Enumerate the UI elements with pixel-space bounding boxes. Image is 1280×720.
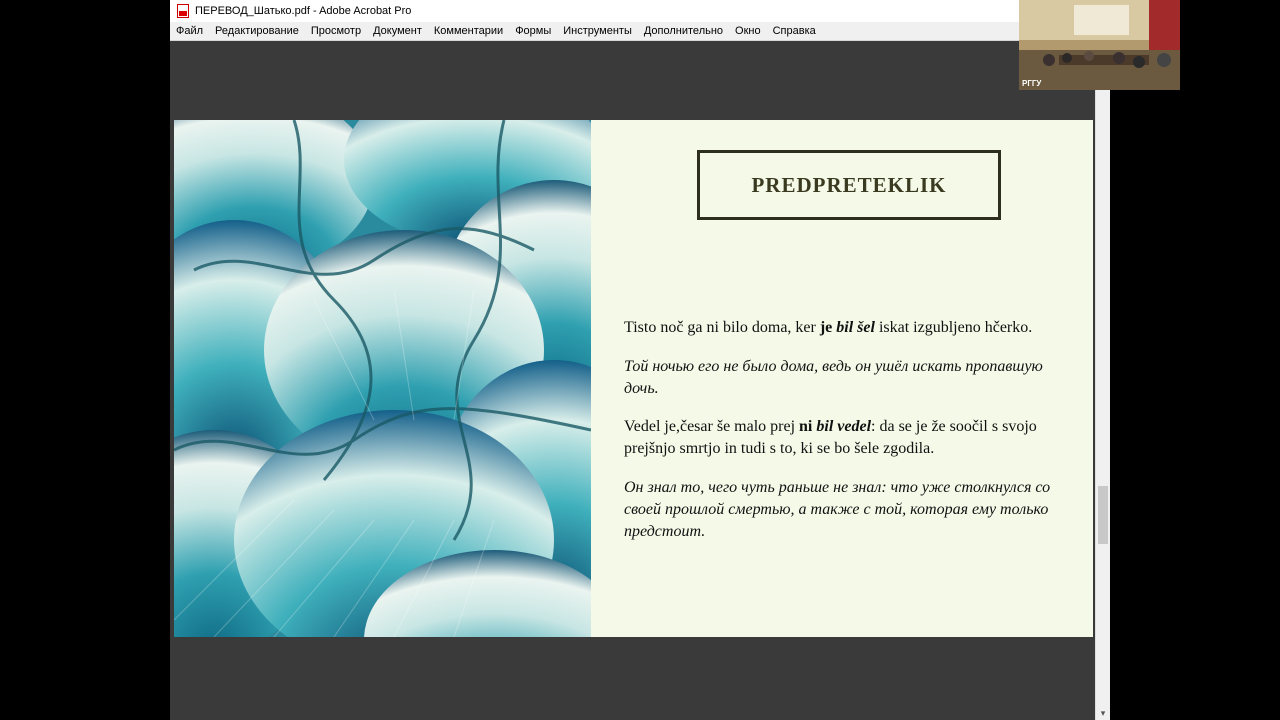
fractal-image (174, 120, 591, 637)
vertical-scrollbar[interactable]: ▾ (1095, 90, 1110, 720)
slide-title-box: PREDPRETEKLIK (697, 150, 1001, 220)
menu-help[interactable]: Справка (767, 25, 822, 37)
menu-advanced[interactable]: Дополнительно (638, 25, 729, 37)
menu-forms[interactable]: Формы (509, 25, 557, 37)
paragraph-russian-1: Той ночью его не было дома, ведь он ушёл… (624, 358, 1043, 397)
webcam-overlay: РГГУ (1019, 0, 1180, 90)
p3-text-pre: Vedel je,česar še malo prej (624, 418, 800, 435)
p1-text-pre: Tisto noč ga ni bilo doma, ker (624, 319, 820, 336)
title-bar: ПЕРЕВОД_Шатько.pdf - Adobe Acrobat Pro (170, 0, 1110, 22)
pdf-file-icon (177, 4, 189, 18)
scroll-thumb[interactable] (1098, 486, 1108, 544)
scroll-down-arrow-icon[interactable]: ▾ (1098, 708, 1108, 718)
p1-text-post: iskat izgubljeno hčerko. (874, 319, 1033, 336)
slide-text-panel: PREDPRETEKLIK Tisto noč ga ni bilo doma,… (591, 120, 1093, 637)
webcam-label: РГГУ (1022, 79, 1042, 88)
window-title: ПЕРЕВОД_Шатько.pdf - Adobe Acrobat Pro (195, 5, 412, 17)
menu-window[interactable]: Окно (729, 25, 767, 37)
pdf-slide-page: PREDPRETEKLIK Tisto noč ga ni bilo doma,… (174, 120, 1093, 637)
menu-comments[interactable]: Комментарии (428, 25, 509, 37)
menu-document[interactable]: Документ (367, 25, 428, 37)
menu-edit[interactable]: Редактирование (209, 25, 305, 37)
menu-file[interactable]: Файл (170, 25, 209, 37)
p1-bold-italic: bil šel (836, 319, 875, 336)
menu-tools[interactable]: Инструменты (557, 25, 638, 37)
slide-title: PREDPRETEKLIK (751, 172, 947, 197)
menu-bar: Файл Редактирование Просмотр Документ Ко… (170, 22, 1110, 41)
paragraph-russian-2: Он знал то, чего чуть раньше не знал: чт… (624, 479, 1051, 540)
p1-bold: je (819, 319, 837, 336)
p3-bold: ni (799, 418, 817, 435)
paragraph-slovene-1: Tisto noč ga ni bilo doma, ker je bil še… (624, 317, 1064, 339)
menu-view[interactable]: Просмотр (305, 25, 367, 37)
paragraph-slovene-2: Vedel je,česar še malo prej ni bil vedel… (624, 416, 1064, 460)
p3-bold-italic: bil vedel (816, 418, 872, 435)
